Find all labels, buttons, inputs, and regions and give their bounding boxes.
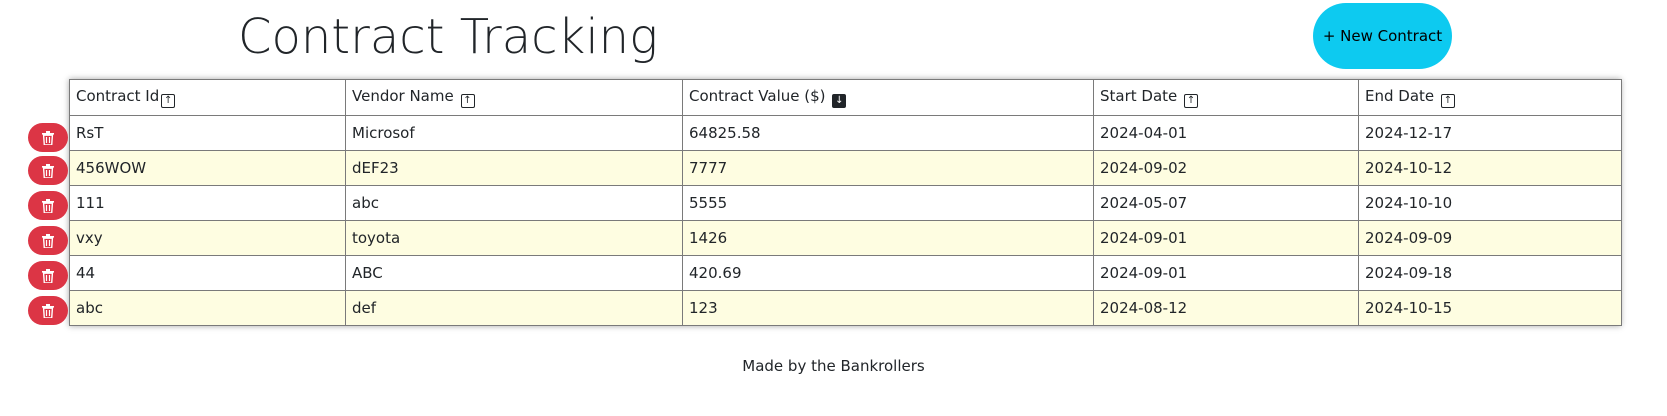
table-row: RsT Microsof 64825.58 2024-04-01 2024-12… bbox=[69, 115, 1622, 151]
arrow-up-icon[interactable]: ↑ bbox=[161, 94, 176, 108]
arrow-down-icon[interactable]: ↓ bbox=[832, 94, 847, 108]
footer-text: Made by the Bankrollers bbox=[742, 357, 925, 375]
cell-start-date: 2024-04-01 bbox=[1093, 115, 1359, 151]
column-header-contract-id[interactable]: Contract Id ↑ bbox=[69, 79, 346, 116]
cell-end-date: 2024-10-12 bbox=[1358, 150, 1622, 186]
delete-row-button[interactable] bbox=[28, 226, 68, 255]
cell-contract-value: 7777 bbox=[682, 150, 1094, 186]
delete-row-button[interactable] bbox=[28, 191, 68, 220]
cell-end-date: 2024-09-09 bbox=[1358, 220, 1622, 256]
column-header-contract-value[interactable]: Contract Value ($) ↓ bbox=[682, 79, 1094, 116]
cell-vendor-name: toyota bbox=[345, 220, 683, 256]
cell-end-date: 2024-10-15 bbox=[1358, 290, 1622, 326]
new-contract-button[interactable]: + New Contract bbox=[1313, 3, 1452, 69]
delete-row-button[interactable] bbox=[28, 296, 68, 325]
contracts-table: Contract Id ↑ Vendor Name ↑ Contract Valu… bbox=[69, 79, 1622, 326]
page: Contract Tracking + New Contract Contrac… bbox=[0, 0, 1667, 416]
cell-end-date: 2024-12-17 bbox=[1358, 115, 1622, 151]
arrow-up-icon[interactable]: ↑ bbox=[1184, 94, 1199, 108]
cell-start-date: 2024-09-01 bbox=[1093, 255, 1359, 291]
cell-contract-id: abc bbox=[69, 290, 346, 326]
trash-icon bbox=[42, 130, 54, 145]
cell-start-date: 2024-05-07 bbox=[1093, 185, 1359, 221]
trash-icon bbox=[42, 198, 54, 213]
table-row: 111 abc 5555 2024-05-07 2024-10-10 bbox=[69, 185, 1622, 221]
column-header-start-date[interactable]: Start Date ↑ bbox=[1093, 79, 1359, 116]
trash-icon bbox=[42, 268, 54, 283]
cell-contract-id: 456WOW bbox=[69, 150, 346, 186]
trash-icon bbox=[42, 163, 54, 178]
delete-row-button[interactable] bbox=[28, 261, 68, 290]
contracts-table-container: Contract Id ↑ Vendor Name ↑ Contract Valu… bbox=[69, 79, 1622, 326]
cell-start-date: 2024-09-01 bbox=[1093, 220, 1359, 256]
cell-contract-id: vxy bbox=[69, 220, 346, 256]
arrow-up-icon[interactable]: ↑ bbox=[460, 94, 475, 108]
cell-vendor-name: dEF23 bbox=[345, 150, 683, 186]
arrow-up-icon[interactable]: ↑ bbox=[1440, 94, 1455, 108]
delete-row-button[interactable] bbox=[28, 123, 68, 152]
table-row: 44 ABC 420.69 2024-09-01 2024-09-18 bbox=[69, 255, 1622, 291]
table-row: vxy toyota 1426 2024-09-01 2024-09-09 bbox=[69, 220, 1622, 256]
cell-end-date: 2024-10-10 bbox=[1358, 185, 1622, 221]
cell-contract-value: 5555 bbox=[682, 185, 1094, 221]
cell-contract-id: 44 bbox=[69, 255, 346, 291]
cell-start-date: 2024-09-02 bbox=[1093, 150, 1359, 186]
cell-contract-value: 420.69 bbox=[682, 255, 1094, 291]
table-row: abc def 123 2024-08-12 2024-10-15 bbox=[69, 290, 1622, 326]
cell-contract-value: 123 bbox=[682, 290, 1094, 326]
cell-vendor-name: def bbox=[345, 290, 683, 326]
cell-contract-value: 64825.58 bbox=[682, 115, 1094, 151]
cell-contract-value: 1426 bbox=[682, 220, 1094, 256]
page-title: Contract Tracking bbox=[238, 9, 658, 65]
cell-contract-id: 111 bbox=[69, 185, 346, 221]
cell-contract-id: RsT bbox=[69, 115, 346, 151]
cell-vendor-name: Microsof bbox=[345, 115, 683, 151]
cell-end-date: 2024-09-18 bbox=[1358, 255, 1622, 291]
cell-start-date: 2024-08-12 bbox=[1093, 290, 1359, 326]
table-row: 456WOW dEF23 7777 2024-09-02 2024-10-12 bbox=[69, 150, 1622, 186]
column-header-end-date[interactable]: End Date ↑ bbox=[1358, 79, 1622, 116]
column-header-vendor-name[interactable]: Vendor Name ↑ bbox=[345, 79, 683, 116]
trash-icon bbox=[42, 303, 54, 318]
delete-row-button[interactable] bbox=[28, 156, 68, 185]
table-header-row: Contract Id ↑ Vendor Name ↑ Contract Valu… bbox=[69, 79, 1622, 116]
cell-vendor-name: ABC bbox=[345, 255, 683, 291]
cell-vendor-name: abc bbox=[345, 185, 683, 221]
trash-icon bbox=[42, 233, 54, 248]
